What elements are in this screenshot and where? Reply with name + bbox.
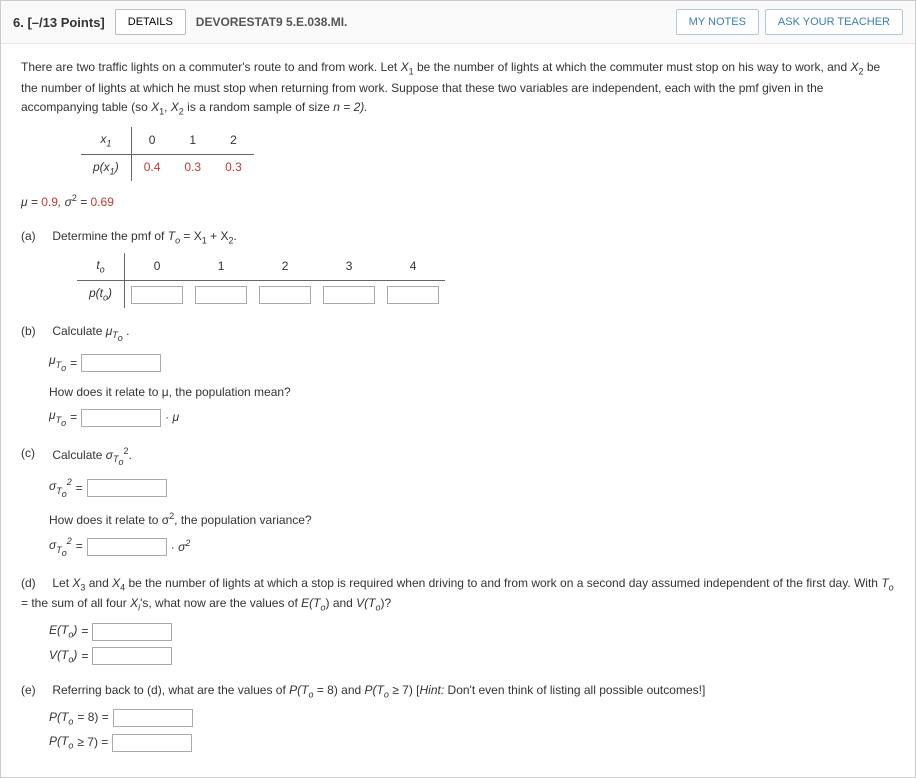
pmf-x-0: 0 [131,127,172,154]
input-a-p2[interactable] [259,286,311,304]
part-e: (e) Referring back to (d), what are the … [21,681,895,702]
sigma2-label: , σ [58,195,72,209]
intro-text-4: is a random sample of size [184,100,333,114]
part-d-eq-V: V(To) = [49,646,895,667]
To-a: T [168,229,175,243]
intro-text-2: be the number of lights at which the com… [414,60,851,74]
assignment-code: DEVORESTAT9 5.E.038.MI. [196,15,348,29]
part-b-eq2: μTo = · μ [49,406,895,430]
var-x1: X [401,60,409,74]
input-a-p3[interactable] [323,286,375,304]
pmf-x-1: 1 [172,127,213,154]
pmf-p-2: 0.3 [213,154,254,181]
details-button[interactable]: DETAILS [115,9,186,35]
a-p-label: p(to) [77,281,125,308]
pmf-p-0: 0.4 [131,154,172,181]
input-e-p8[interactable] [113,709,193,727]
problem-intro: There are two traffic lights on a commut… [21,58,895,119]
mu-value: 0.9 [41,195,58,209]
sigma2-value: 0.69 [91,195,114,209]
input-d-VT[interactable] [92,647,172,665]
input-c-sigma2-relate[interactable] [87,538,167,556]
a-t-4: 4 [381,253,445,280]
parameters-line: μ = 0.9, σ2 = 0.69 [21,191,895,212]
part-e-eq-p7: P(To ≥ 7) = [49,732,895,753]
pmf-row2-label: p(x1) [81,154,131,181]
part-b-text: Calculate [52,324,105,338]
part-d-label: (d) [21,574,49,593]
input-e-p7[interactable] [112,734,192,752]
question-number-points: 6. [–/13 Points] [13,15,105,30]
sigma-to-c: σ [106,448,113,462]
part-e-label: (e) [21,681,49,700]
a-t-2: 2 [253,253,317,280]
part-c-eq1: σTo2 = [49,475,895,501]
part-a-label: (a) [21,227,49,246]
a-t-0: 0 [125,253,190,280]
question-content: There are two traffic lights on a commut… [1,44,915,777]
mu-label: μ = [21,195,41,209]
input-d-ET[interactable] [92,623,172,641]
pmf-row1-label: x1 [81,127,131,154]
part-c-text: Calculate [52,448,105,462]
part-e-eq-p8: P(To = 8) = [49,708,895,729]
hint-label: Hint: [420,683,445,697]
times-mu: · μ [165,408,179,427]
part-b: (b) Calculate μTo . [21,322,895,346]
part-a-text: Determine the pmf of [52,229,167,243]
times-sigma2: · σ2 [171,536,191,557]
part-d: (d) Let X3 and X4 be the number of light… [21,574,895,616]
intro-text-1: There are two traffic lights on a commut… [21,60,401,74]
part-d-eq-E: E(To) = [49,621,895,642]
input-a-p4[interactable] [387,286,439,304]
part-c-label: (c) [21,444,49,463]
part-b-label: (b) [21,322,49,341]
var-x2: X [850,60,858,74]
question-header: 6. [–/13 Points] DETAILS DEVORESTAT9 5.E… [1,1,915,44]
pmf-p-1: 0.3 [172,154,213,181]
input-c-sigma2[interactable] [87,479,167,497]
part-b-eq1: μTo = [49,351,895,375]
my-notes-button[interactable]: MY NOTES [676,9,759,35]
var-x1b: X [151,100,159,114]
input-b-mu[interactable] [81,354,161,372]
part-c-relate-q: How does it relate to σ2, the population… [49,509,895,530]
a-t-label: to [77,253,125,280]
ask-teacher-button[interactable]: ASK YOUR TEACHER [765,9,903,35]
part-a: (a) Determine the pmf of To = X1 + X2. [21,227,895,248]
part-a-table: to 0 1 2 3 4 p(to) [77,253,445,308]
input-a-p1[interactable] [195,286,247,304]
question-container: 6. [–/13 Points] DETAILS DEVORESTAT9 5.E… [0,0,916,778]
var-x2b: X [171,100,179,114]
input-b-mu-relate[interactable] [81,409,161,427]
pmf-x-2: 2 [213,127,254,154]
n-eq: n = 2). [333,100,367,114]
pmf-table: x1 0 1 2 p(x1) 0.4 0.3 0.3 [81,127,254,182]
input-a-p0[interactable] [131,286,183,304]
a-t-1: 1 [189,253,253,280]
part-c: (c) Calculate σTo2. [21,444,895,470]
part-c-eq2: σTo2 = · σ2 [49,534,895,560]
part-b-relate-q: How does it relate to μ, the population … [49,383,895,402]
a-t-3: 3 [317,253,381,280]
